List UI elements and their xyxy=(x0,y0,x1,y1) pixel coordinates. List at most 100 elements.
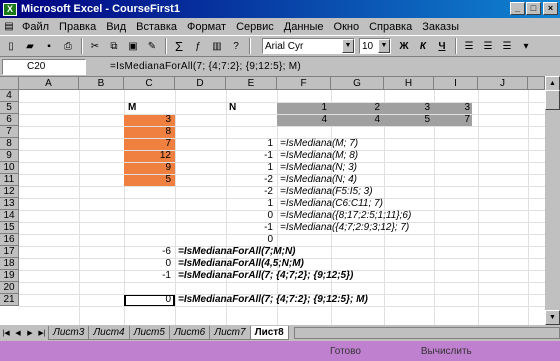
column-header[interactable]: C xyxy=(124,77,175,90)
tab-sheet4[interactable]: Лист4 xyxy=(88,326,130,340)
scroll-up-icon[interactable]: ▲ xyxy=(545,76,560,91)
excel-app-icon[interactable]: X xyxy=(3,2,17,16)
row-header[interactable]: 10 xyxy=(0,162,19,174)
column-header[interactable]: I xyxy=(434,77,478,90)
row-header[interactable]: 15 xyxy=(0,222,19,234)
cut-icon[interactable]: ✂ xyxy=(86,37,104,55)
font-size-select[interactable]: 10 ▼ xyxy=(359,38,391,54)
cell-f15[interactable]: =IsMediana({4;7;2:9;3;12}; 7) xyxy=(280,222,409,234)
new-file-icon[interactable]: ▯ xyxy=(2,37,20,55)
format-painter-icon[interactable]: ✎ xyxy=(143,37,161,55)
spreadsheet-grid[interactable]: A B C D E F G H I J 4 5 6 7 8 9 10 11 12… xyxy=(0,76,545,325)
select-all-corner[interactable] xyxy=(0,77,19,90)
cell-c18[interactable]: 0 xyxy=(124,258,171,270)
font-name-select[interactable]: Arial Cyr ▼ xyxy=(262,38,355,54)
tab-sheet6[interactable]: Лист6 xyxy=(168,326,211,340)
row-header[interactable]: 5 xyxy=(0,102,19,114)
cell-e10[interactable]: 1 xyxy=(226,162,273,174)
paste-icon[interactable]: ▣ xyxy=(124,37,142,55)
tab-sheet7[interactable]: Лист7 xyxy=(209,326,251,340)
cell-c5[interactable]: M xyxy=(128,102,136,114)
cell-c9[interactable]: 12 xyxy=(124,150,171,162)
cell-f9[interactable]: =IsMediana(M; 8) xyxy=(280,150,358,162)
menu-format[interactable]: Формат xyxy=(182,21,231,33)
print-icon[interactable]: ⎙ xyxy=(59,37,77,55)
italic-button[interactable]: К xyxy=(414,37,432,55)
cell-c17[interactable]: -6 xyxy=(124,246,171,258)
cell-i5[interactable]: 3 xyxy=(434,102,470,114)
align-right-icon[interactable]: ☰ xyxy=(498,37,516,55)
prev-sheet-icon[interactable]: ◀ xyxy=(12,327,24,340)
chart-wizard-icon[interactable]: ▥ xyxy=(208,37,226,55)
cell-f12[interactable]: =IsMediana(F5:I5; 3) xyxy=(280,186,373,198)
menu-help[interactable]: Справка xyxy=(364,21,417,33)
cell-g6[interactable]: 4 xyxy=(331,114,380,126)
close-button[interactable]: × xyxy=(543,2,558,15)
cell-e8[interactable]: 1 xyxy=(226,138,273,150)
name-box[interactable]: C20 xyxy=(2,58,86,75)
cell-f5[interactable]: 1 xyxy=(277,102,327,114)
cell-h5[interactable]: 3 xyxy=(384,102,430,114)
row-header[interactable]: 19 xyxy=(0,270,19,282)
cell-f14[interactable]: =IsMediana({8;17;2:5;1;11};6) xyxy=(280,210,411,222)
open-folder-icon[interactable]: ▰ xyxy=(21,37,39,55)
column-header[interactable]: G xyxy=(331,77,384,90)
next-sheet-icon[interactable]: ▶ xyxy=(24,327,36,340)
toolbar-more-icon[interactable]: ▾ xyxy=(517,37,535,55)
column-header[interactable]: J xyxy=(478,77,528,90)
column-header[interactable]: B xyxy=(79,77,124,90)
scroll-thumb[interactable] xyxy=(545,90,560,110)
help-icon[interactable]: ? xyxy=(227,37,245,55)
align-center-icon[interactable]: ☰ xyxy=(479,37,497,55)
formula-input[interactable]: =IsMedianaForAll(7; {4;7:2}; {9;12:5}; M… xyxy=(110,61,301,72)
cell-i6[interactable]: 7 xyxy=(434,114,470,126)
row-header[interactable]: 4 xyxy=(0,90,19,102)
cell-c6[interactable]: 3 xyxy=(124,114,171,126)
chevron-down-icon[interactable]: ▼ xyxy=(378,39,390,53)
menu-window[interactable]: Окно xyxy=(329,21,365,33)
row-header[interactable]: 8 xyxy=(0,138,19,150)
cell-e11[interactable]: -2 xyxy=(226,174,273,186)
cell-c20[interactable]: 0 xyxy=(124,294,171,306)
cell-e13[interactable]: 1 xyxy=(226,198,273,210)
row-header[interactable]: 21 xyxy=(0,294,19,306)
cell-d5[interactable]: N xyxy=(229,102,236,114)
cell-h6[interactable]: 5 xyxy=(384,114,430,126)
cell-d17[interactable]: =IsMedianaForAll(7;M;N) xyxy=(178,246,296,258)
cell-e9[interactable]: -1 xyxy=(226,150,273,162)
cell-c11[interactable]: 5 xyxy=(124,174,171,186)
row-header[interactable]: 6 xyxy=(0,114,19,126)
row-header[interactable]: 16 xyxy=(0,234,19,246)
last-sheet-icon[interactable]: ▶| xyxy=(36,327,48,340)
row-header[interactable]: 14 xyxy=(0,210,19,222)
menu-orders[interactable]: Заказы xyxy=(417,21,464,33)
save-icon[interactable]: ▪ xyxy=(40,37,58,55)
copy-icon[interactable]: ⧉ xyxy=(105,37,123,55)
underline-button[interactable]: Ч xyxy=(433,37,451,55)
align-left-icon[interactable]: ☰ xyxy=(460,37,478,55)
cell-d18[interactable]: =IsMedianaForAll(4,5;N;M) xyxy=(178,258,304,270)
minimize-button[interactable]: _ xyxy=(510,2,525,15)
row-header[interactable]: 9 xyxy=(0,150,19,162)
cell-g5[interactable]: 2 xyxy=(331,102,380,114)
maximize-button[interactable]: □ xyxy=(526,2,541,15)
first-sheet-icon[interactable]: |◀ xyxy=(0,327,12,340)
column-header[interactable]: F xyxy=(277,77,331,90)
menu-file[interactable]: Файл xyxy=(17,21,54,33)
cell-c8[interactable]: 7 xyxy=(124,138,171,150)
tab-sheet8[interactable]: Лист8 xyxy=(249,326,289,340)
cell-c7[interactable]: 8 xyxy=(124,126,171,138)
row-header[interactable]: 11 xyxy=(0,174,19,186)
menu-view[interactable]: Вид xyxy=(101,21,131,33)
horizontal-scrollbar[interactable] xyxy=(293,327,560,339)
menu-insert[interactable]: Вставка xyxy=(131,21,182,33)
chevron-down-icon[interactable]: ▼ xyxy=(342,39,354,53)
column-header[interactable]: A xyxy=(19,77,79,90)
cell-f13[interactable]: =IsMediana(C6:C11; 7) xyxy=(280,198,383,210)
cell-c19[interactable]: -1 xyxy=(124,270,171,282)
menu-data[interactable]: Данные xyxy=(279,21,329,33)
tab-sheet5[interactable]: Лист5 xyxy=(128,326,170,340)
column-header[interactable]: E xyxy=(226,77,277,90)
cell-e15[interactable]: -1 xyxy=(226,222,273,234)
tab-sheet3[interactable]: Лист3 xyxy=(48,326,90,340)
